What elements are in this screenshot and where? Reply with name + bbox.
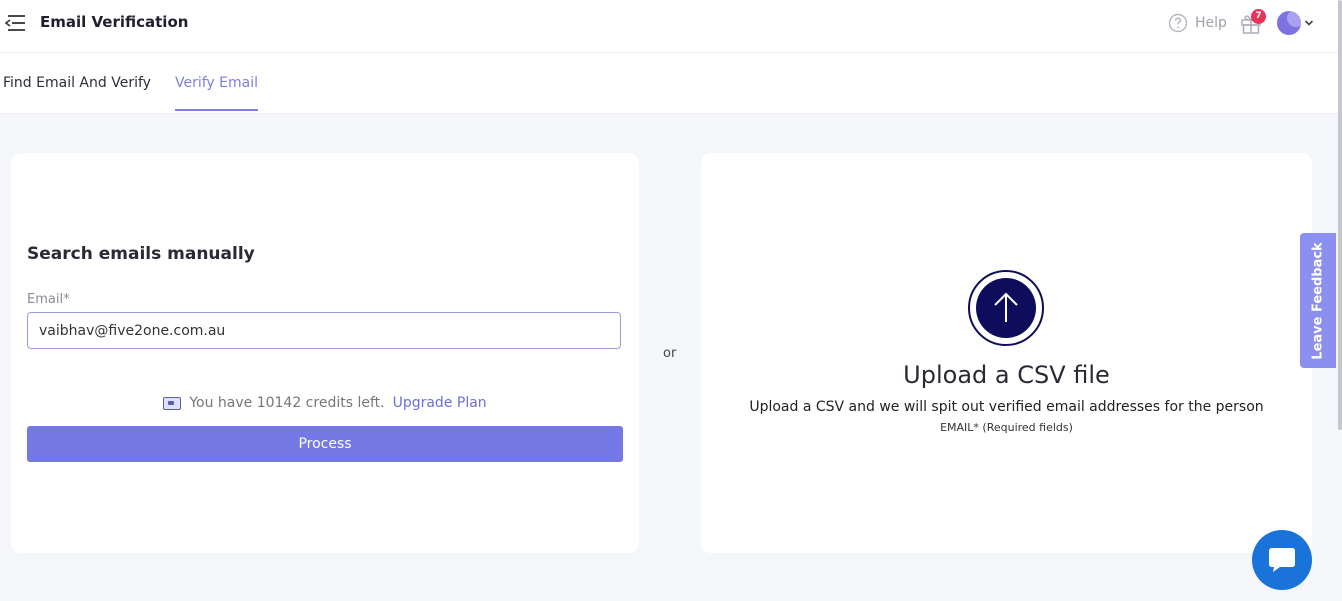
help-label: Help	[1195, 15, 1227, 31]
upload-csv-card: Upload a CSV file Upload a CSV and we wi…	[701, 153, 1312, 553]
manual-search-card: Search emails manually Email* You have 1…	[11, 153, 639, 553]
notification-badge: 7	[1251, 9, 1266, 24]
upload-circle-inner	[976, 278, 1036, 338]
credits-info: You have 10142 credits left. Upgrade Pla…	[11, 395, 639, 411]
leave-feedback-label: Leave Feedback	[1310, 241, 1326, 360]
upload-title: Upload a CSV file	[903, 361, 1110, 389]
email-label: Email*	[27, 292, 70, 307]
email-input[interactable]	[27, 312, 621, 349]
chevron-down-icon	[1304, 20, 1314, 26]
upload-button[interactable]	[968, 270, 1044, 346]
upgrade-plan-link[interactable]: Upgrade Plan	[393, 395, 487, 411]
page-title: Email Verification	[40, 13, 189, 31]
section-title: Search emails manually	[27, 244, 255, 264]
user-menu[interactable]	[1277, 11, 1314, 35]
leave-feedback-tab[interactable]: Leave Feedback	[1300, 233, 1336, 368]
credit-card-icon	[163, 396, 182, 410]
help-link[interactable]: Help	[1168, 12, 1227, 34]
or-separator: or	[663, 346, 677, 361]
question-circle-icon	[1168, 13, 1188, 33]
menu-collapse-icon[interactable]	[4, 13, 26, 33]
arrow-up-icon	[994, 292, 1018, 322]
tab-bar: Find Email And Verify Verify Email	[0, 53, 1342, 114]
top-bar: Email Verification Help 7	[0, 0, 1342, 53]
tab-verify-email[interactable]: Verify Email	[175, 75, 259, 111]
chat-button[interactable]	[1252, 530, 1312, 590]
page-scrollbar[interactable]	[1338, 0, 1342, 430]
chat-bubble-icon	[1269, 548, 1295, 572]
credits-text: You have 10142 credits left.	[189, 395, 385, 411]
upload-required-note: EMAIL* (Required fields)	[940, 421, 1073, 434]
upload-description: Upload a CSV and we will spit out verifi…	[749, 399, 1264, 415]
user-avatar	[1277, 11, 1301, 35]
tab-find-email-and-verify[interactable]: Find Email And Verify	[3, 75, 151, 109]
process-button[interactable]: Process	[27, 426, 623, 462]
